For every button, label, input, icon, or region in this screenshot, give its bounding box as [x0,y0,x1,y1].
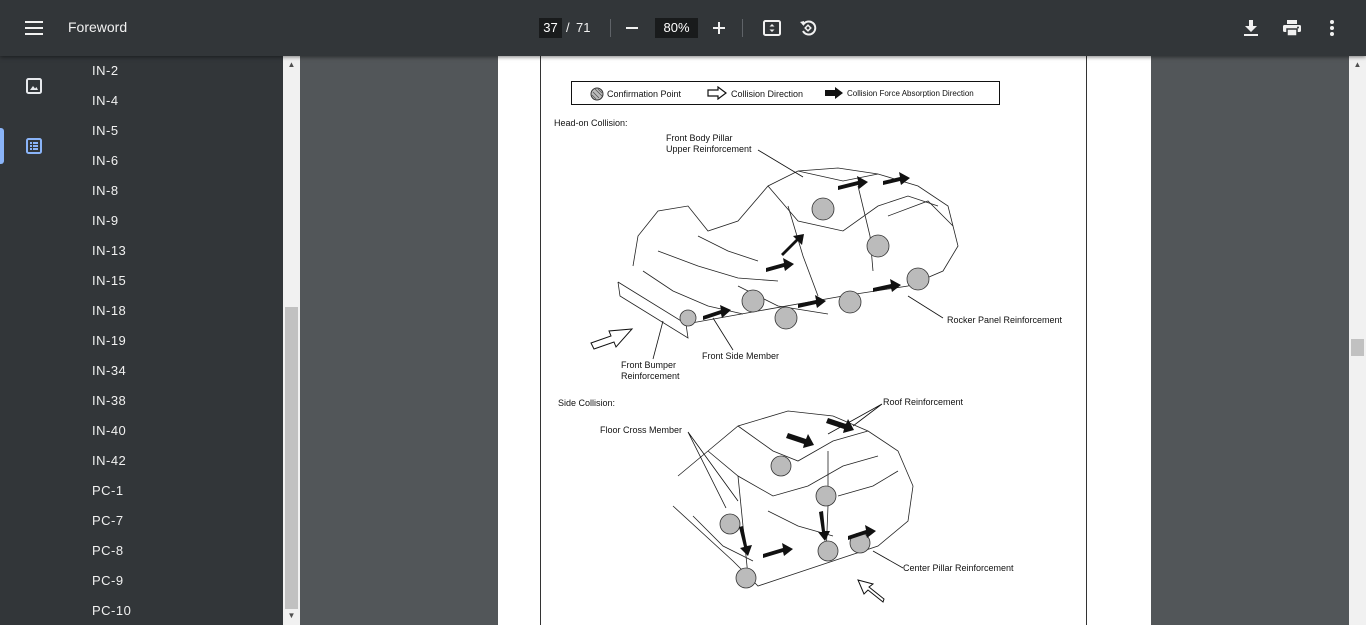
more-vert-icon[interactable] [1314,10,1350,46]
outline-item[interactable]: IN-2 [92,63,119,78]
download-icon[interactable] [1233,10,1269,46]
document-title: Foreword [68,19,128,35]
page-total: 71 [576,20,591,35]
outline-item[interactable]: PC-7 [92,513,124,528]
pdf-toolbar: Foreword 37 / 71 80% [0,0,1366,56]
label-front-bumper-1: Front Bumper [621,360,677,370]
sidebar-icon-column [0,56,68,625]
scroll-down-icon[interactable]: ▼ [283,609,300,623]
label-front-side-member: Front Side Member [702,351,780,361]
zoom-input[interactable]: 80% [655,18,698,38]
scroll-up-icon[interactable]: ▲ [1349,58,1366,72]
outline-item[interactable]: IN-8 [92,183,119,198]
zoom-out-icon[interactable] [614,10,650,46]
outline-item[interactable]: IN-13 [92,243,126,258]
toolbar-divider [610,19,611,37]
thumbnail-icon[interactable] [16,68,52,104]
sidebar-scrollbar[interactable]: ▲ ▼ [283,56,300,625]
outline-item[interactable]: IN-9 [92,213,119,228]
page-separator: / [566,20,570,35]
outline-item[interactable]: IN-5 [92,123,119,138]
outline-item[interactable]: IN-4 [92,93,119,108]
sidebar: IN-2 IN-4 IN-5 IN-6 IN-8 IN-9 IN-13 IN-1… [0,56,283,625]
label-front-body-pillar-2: Upper Reinforcement [666,144,752,154]
label-roof-reinforcement: Roof Reinforcement [883,397,964,407]
outline-item[interactable]: PC-1 [92,483,124,498]
outline-item[interactable]: IN-40 [92,423,126,438]
scroll-up-icon[interactable]: ▲ [283,58,300,72]
side-heading: Side Collision: [558,398,616,408]
label-center-pillar: Center Pillar Reinforcement [903,563,1014,573]
print-icon[interactable] [1274,10,1310,46]
document-scrollbar-thumb[interactable] [1351,339,1364,356]
zoom-in-icon[interactable] [701,10,737,46]
label-front-body-pillar-1: Front Body Pillar [666,133,733,143]
fit-page-icon[interactable] [754,10,790,46]
collision-diagrams [590,149,959,603]
page-number-input[interactable]: 37 [539,18,562,38]
outline-item[interactable]: IN-34 [92,363,126,378]
outline-item[interactable]: IN-38 [92,393,126,408]
label-floor-cross-member: Floor Cross Member [600,425,683,435]
outline-item[interactable]: PC-9 [92,573,124,588]
menu-icon[interactable] [16,10,52,46]
outline-item[interactable]: IN-18 [92,303,126,318]
outline-item[interactable]: IN-42 [92,453,126,468]
outline-item[interactable]: IN-15 [92,273,126,288]
document-scrollbar[interactable]: ▲ [1349,56,1366,625]
sidebar-scrollbar-thumb[interactable] [285,307,298,609]
outline-item[interactable]: PC-10 [92,603,131,618]
label-front-bumper-2: Reinforcement [621,371,680,381]
outline-item[interactable]: PC-8 [92,543,124,558]
active-indicator [0,128,4,164]
label-rocker-panel: Rocker Panel Reinforcement [947,315,1063,325]
rotate-icon[interactable] [790,10,826,46]
toolbar-divider [742,19,743,37]
outline-item[interactable]: IN-6 [92,153,119,168]
head-on-heading: Head-on Collision: [554,118,628,128]
outline-icon[interactable] [16,128,52,164]
pdf-page: Confirmation Point Collision Direction C… [498,56,1151,625]
outline-item[interactable]: IN-19 [92,333,126,348]
